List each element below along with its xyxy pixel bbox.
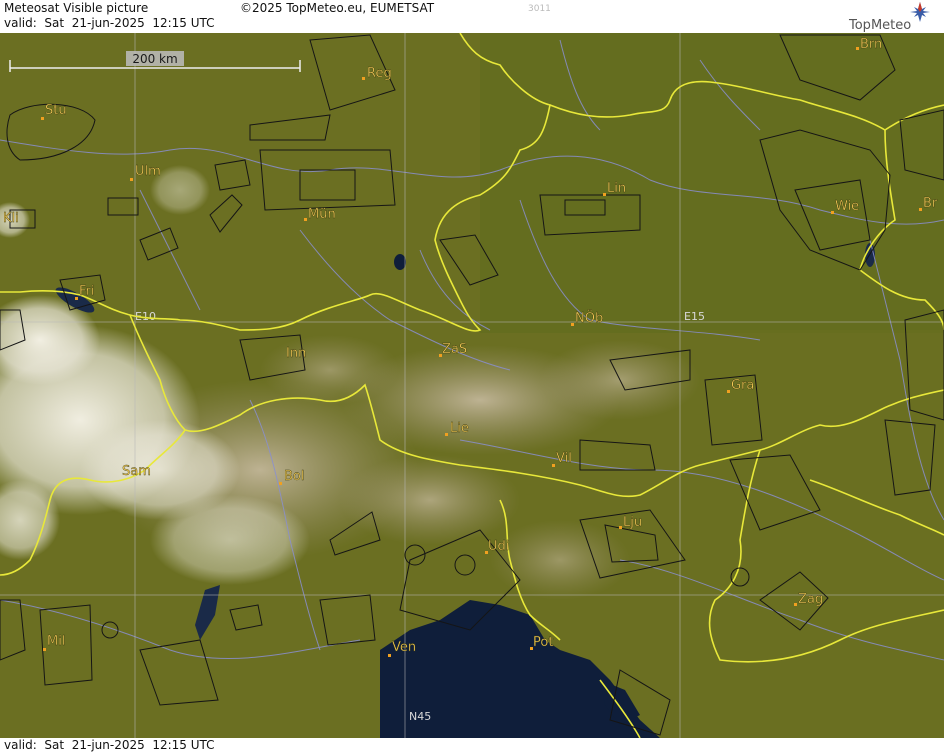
- city-dot: [603, 193, 606, 196]
- city-label-br: Br: [923, 196, 938, 211]
- city-dot: [279, 482, 282, 485]
- valid-time: valid: Sat 21-jun-2025 12:15 UTC: [4, 16, 215, 30]
- grid-label-e15: E15: [684, 310, 705, 323]
- picture-title: Meteosat Visible picture: [4, 1, 149, 15]
- image-code: 3011: [528, 4, 551, 14]
- city-label-nob: NÖb: [575, 309, 603, 326]
- city-label-wie: Wie: [835, 199, 859, 214]
- city-dot: [794, 603, 797, 606]
- city-label-mun: Mün: [308, 207, 336, 222]
- city-label-fri: Fri: [79, 284, 95, 299]
- city-dot: [362, 77, 365, 80]
- city-label-stu: Stu: [45, 103, 67, 118]
- logo-text: TopMeteo: [848, 18, 911, 33]
- city-label-gra: Gra: [731, 378, 754, 393]
- city-label-reg: Reg: [367, 66, 392, 81]
- city-label-vil: Vil: [556, 451, 572, 466]
- city-label-ulm: Ulm: [135, 164, 161, 179]
- city-label-mil: Mil: [47, 634, 65, 649]
- city-label-sam: Sam: [122, 464, 151, 479]
- city-label-lin: Lin: [607, 181, 626, 196]
- city-dot: [388, 654, 391, 657]
- lake-chiemsee: [394, 254, 406, 270]
- city-dot: [571, 323, 574, 326]
- city-dot: [552, 464, 555, 467]
- city-dot: [445, 433, 448, 436]
- city-dot: [831, 211, 834, 214]
- topmeteo-logo-graphic: TopMeteo: [848, 2, 930, 33]
- footer-bar: valid: Sat 21-jun-2025 12:15 UTC: [0, 738, 944, 753]
- satellite-map[interactable]: E10 E15 N45 200 km Brn Reg Stu Ulm Mün L…: [0, 33, 944, 738]
- city-label-inn: Inn: [286, 346, 306, 361]
- city-dot: [919, 208, 922, 211]
- city-dot: [727, 390, 730, 393]
- city-label-bol: Bol: [284, 469, 304, 484]
- city-dot: [619, 526, 622, 529]
- city-label-kli: Kli: [3, 211, 19, 226]
- city-dot: [43, 648, 46, 651]
- northeast-lowland: [480, 33, 944, 333]
- copyright-text: ©2025 TopMeteo.eu, EUMETSAT: [240, 1, 435, 15]
- city-dot: [41, 117, 44, 120]
- city-dot: [856, 47, 859, 50]
- topmeteo-logo[interactable]: TopMeteo: [846, 0, 944, 33]
- map-viewer: Meteosat Visible picture ©2025 TopMeteo.…: [0, 0, 944, 753]
- grid-label-n45: N45: [409, 710, 431, 723]
- city-label-ven: Ven: [392, 640, 416, 655]
- city-label-lju: Lju: [623, 515, 642, 530]
- city-dot: [75, 297, 78, 300]
- city-label-brn: Brn: [860, 37, 882, 52]
- city-dot: [304, 218, 307, 221]
- city-label-lie: Lie: [450, 421, 469, 436]
- header-bar: Meteosat Visible picture ©2025 TopMeteo.…: [0, 0, 944, 34]
- pannonian-plain: [680, 330, 944, 730]
- city-label-udi: Udi: [488, 539, 509, 554]
- footer-valid-time: valid: Sat 21-jun-2025 12:15 UTC: [4, 738, 215, 752]
- city-dot: [130, 178, 133, 181]
- scale-bar-label: 200 km: [132, 52, 177, 66]
- city-label-zas: ZaS: [442, 342, 467, 357]
- city-label-zag: Zag: [798, 592, 823, 607]
- city-label-pot: Pot: [533, 635, 553, 650]
